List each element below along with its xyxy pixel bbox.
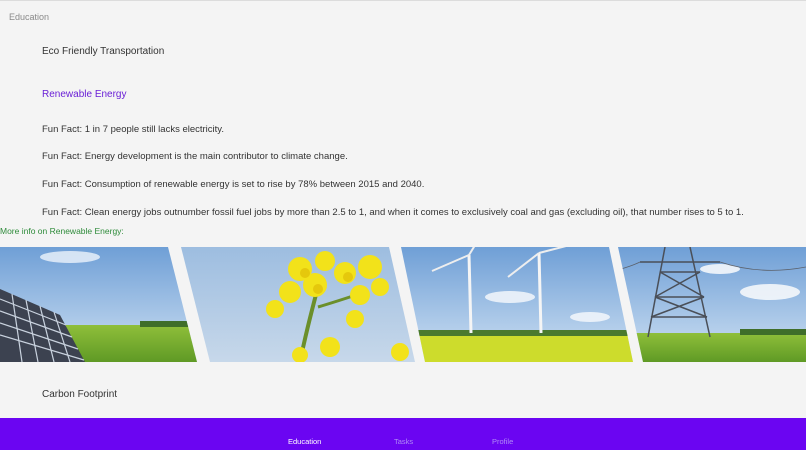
nav-tab-profile[interactable]: Profile bbox=[492, 437, 513, 446]
rapeseed-flower-image bbox=[181, 247, 415, 362]
category-renewable-energy[interactable]: Renewable Energy bbox=[42, 89, 127, 100]
wind-turbines-image bbox=[401, 247, 633, 362]
page-title: Education bbox=[9, 12, 50, 22]
fun-fact-4: Fun Fact: Clean energy jobs outnumber fo… bbox=[42, 207, 744, 218]
nav-tab-tasks[interactable]: Tasks bbox=[394, 437, 413, 446]
category-eco-transportation[interactable]: Eco Friendly Transportation bbox=[42, 46, 164, 57]
solar-panel-image bbox=[0, 247, 197, 362]
more-info-link[interactable]: More info on Renewable Energy: bbox=[0, 226, 124, 236]
bottom-navigation-bar: Education Tasks Profile bbox=[0, 418, 806, 450]
education-screen: Education Eco Friendly Transportation Re… bbox=[0, 0, 806, 450]
fun-fact-1: Fun Fact: 1 in 7 people still lacks elec… bbox=[42, 124, 224, 135]
fun-fact-3: Fun Fact: Consumption of renewable energ… bbox=[42, 179, 425, 190]
category-carbon-footprint[interactable]: Carbon Footprint bbox=[42, 389, 117, 400]
power-pylon-image bbox=[618, 247, 806, 362]
top-divider bbox=[0, 0, 806, 1]
nav-tab-education[interactable]: Education bbox=[288, 437, 321, 446]
fun-fact-2: Fun Fact: Energy development is the main… bbox=[42, 151, 348, 162]
renewable-energy-banner bbox=[0, 247, 806, 362]
